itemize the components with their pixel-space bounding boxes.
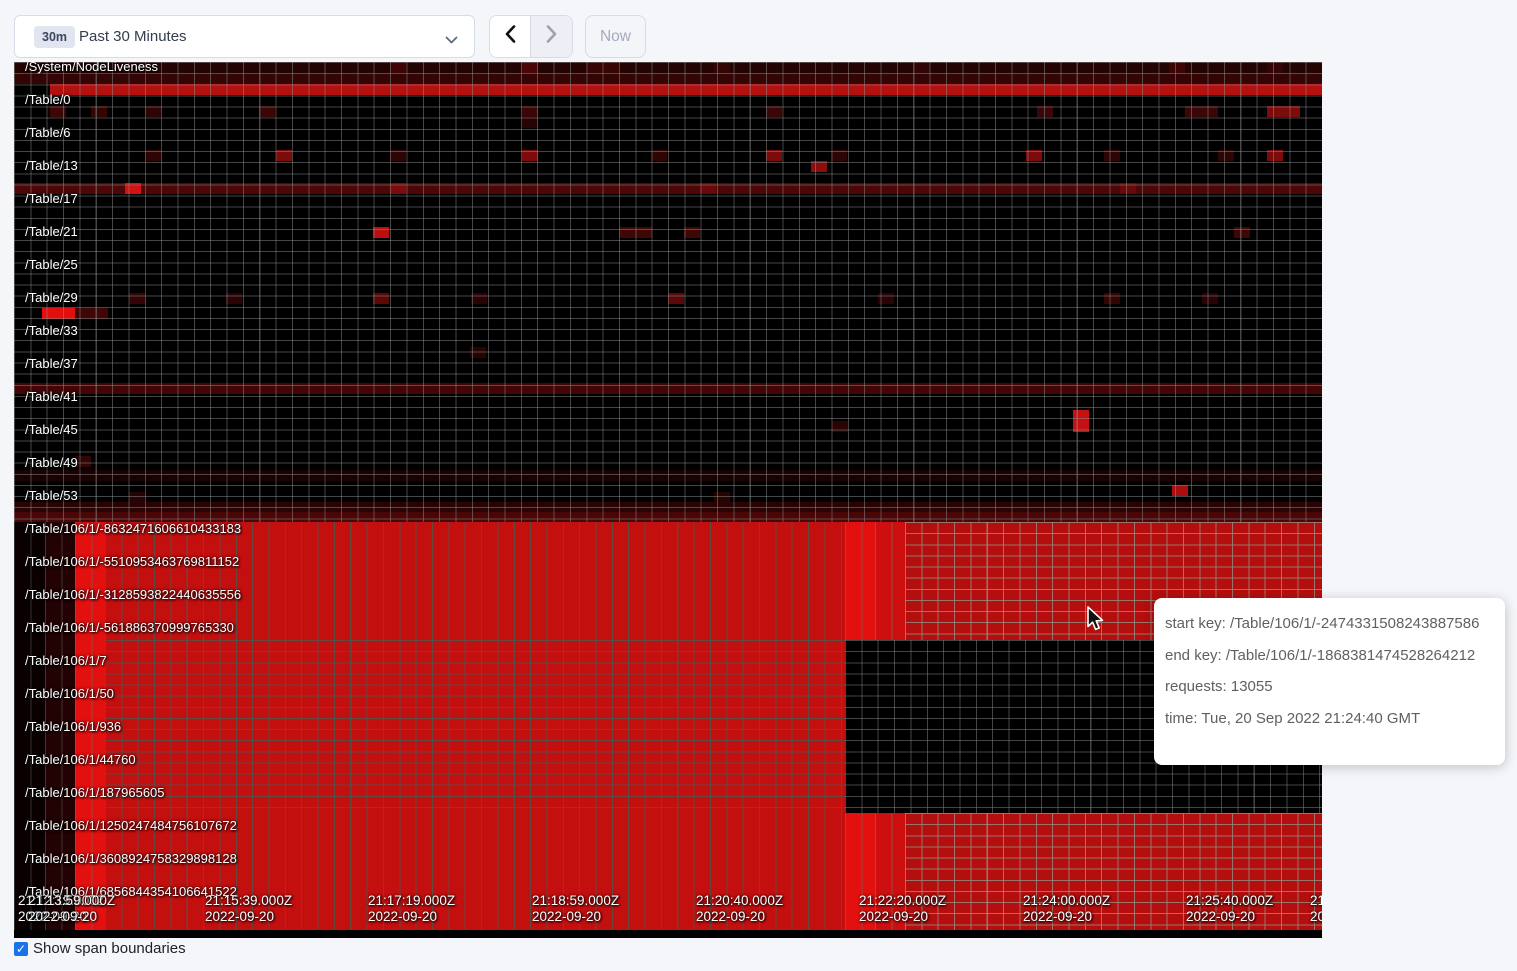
chevron-down-icon bbox=[445, 32, 458, 50]
heatmap-rect bbox=[14, 522, 45, 930]
time-range-label: Past 30 Minutes bbox=[79, 28, 187, 45]
show-span-boundaries-checkbox[interactable]: ✓ bbox=[14, 942, 28, 956]
hover-tooltip: start key: /Table/106/1/-247433150824388… bbox=[1154, 598, 1505, 765]
heatmap-rect bbox=[845, 522, 875, 640]
heatmap-rect bbox=[45, 522, 75, 930]
heatmap-rect bbox=[105, 640, 845, 813]
heatmap-rect bbox=[875, 813, 905, 930]
next-window-button[interactable] bbox=[531, 16, 572, 57]
key-visualizer-heatmap[interactable]: /System/NodeLiveness/Table/0/Table/6/Tab… bbox=[14, 62, 1322, 938]
heatmap-rect bbox=[905, 813, 1322, 930]
heatmap-grid-overlay bbox=[14, 62, 1322, 522]
span-boundaries-row: ✓ Show span boundaries bbox=[14, 940, 186, 957]
heatmap-rect bbox=[875, 522, 905, 640]
heatmap-rect bbox=[75, 522, 105, 930]
chevron-right-icon bbox=[546, 25, 557, 48]
now-button[interactable]: Now bbox=[585, 15, 646, 58]
heatmap-rect bbox=[105, 813, 845, 930]
time-range-badge: 30m bbox=[34, 26, 75, 48]
time-nav-group bbox=[489, 15, 573, 58]
tooltip-end-key: end key: /Table/106/1/-18683814745282642… bbox=[1165, 647, 1505, 664]
prev-window-button[interactable] bbox=[490, 16, 531, 57]
heatmap-rect bbox=[105, 522, 845, 640]
show-span-boundaries-label: Show span boundaries bbox=[33, 940, 186, 957]
key-visualizer-page: 30m Past 30 Minutes Now /System/NodeLive… bbox=[0, 0, 1517, 971]
tooltip-start-key: start key: /Table/106/1/-247433150824388… bbox=[1165, 615, 1505, 632]
tooltip-time: time: Tue, 20 Sep 2022 21:24:40 GMT bbox=[1165, 710, 1505, 727]
heatmap-rect bbox=[845, 813, 875, 930]
chevron-left-icon bbox=[505, 25, 516, 48]
time-range-dropdown[interactable]: 30m Past 30 Minutes bbox=[14, 15, 475, 58]
tooltip-requests: requests: 13055 bbox=[1165, 678, 1505, 695]
